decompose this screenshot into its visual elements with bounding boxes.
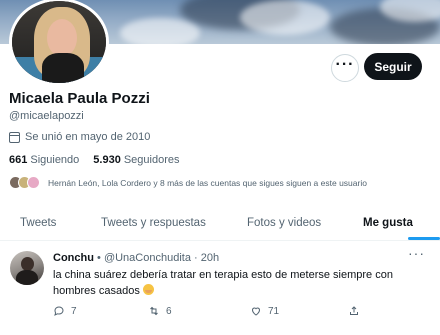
tweet-header: Conchu • @UnaConchudita · 20h	[53, 252, 219, 264]
tweet-separator: •	[97, 252, 101, 264]
active-tab-indicator	[408, 237, 440, 240]
reply-count: 7	[71, 305, 77, 317]
tweet-text: la china suárez debería tratar en terapi…	[53, 268, 413, 299]
tweet-author-handle[interactable]: @UnaConchudita	[104, 252, 191, 264]
tweet-author-avatar[interactable]	[10, 251, 44, 285]
profile-name: Micaela Paula Pozzi	[9, 90, 150, 107]
retweet-count: 6	[166, 305, 172, 317]
profile-avatar[interactable]	[9, 0, 109, 86]
smiling-face-emoji-icon	[142, 283, 154, 295]
like-count: 71	[268, 305, 280, 317]
mutual-followers-text: Hernán León, Lola Cordero y 8 más de las…	[48, 177, 367, 188]
tweet-time[interactable]: 20h	[201, 252, 219, 264]
tweet[interactable]: Conchu • @UnaConchudita · 20h ··· la chi…	[0, 241, 440, 335]
more-icon: ···	[335, 56, 355, 73]
profile-tabs: Tweets Tweets y respuestas Fotos y video…	[0, 204, 440, 241]
tweet-more-icon[interactable]: ···	[408, 245, 425, 261]
tweet-author-name[interactable]: Conchu	[53, 252, 94, 264]
retweet-icon	[150, 306, 158, 316]
mutual-avatar	[27, 176, 40, 189]
following-label: Siguiendo	[30, 154, 80, 166]
profile-handle: @micaelapozzi	[9, 110, 84, 122]
followers-label: Seguidores	[123, 154, 180, 166]
follow-button[interactable]: Seguir	[364, 53, 422, 80]
calendar-icon	[9, 131, 20, 143]
heart-icon	[251, 307, 261, 316]
share-icon	[350, 306, 358, 315]
tab-photos-and-videos[interactable]: Fotos y videos	[247, 204, 321, 241]
tweet-dot: ·	[194, 252, 198, 264]
joined-text: Se unió en mayo de 2010	[25, 131, 151, 143]
joined-date: Se unió en mayo de 2010	[9, 131, 150, 143]
profile-stats: 661 Siguiendo 5.930 Seguidores	[9, 154, 193, 166]
following-link[interactable]: 661 Siguiendo	[9, 154, 79, 166]
tab-tweets-and-replies[interactable]: Tweets y respuestas	[101, 204, 206, 241]
tweet-text-content: la china suárez debería tratar en terapi…	[53, 269, 393, 297]
tab-tweets[interactable]: Tweets	[20, 204, 56, 241]
followers-link[interactable]: 5.930 Seguidores	[93, 154, 179, 166]
more-options-button[interactable]: ···	[331, 54, 359, 82]
followers-count: 5.930	[93, 154, 121, 166]
retweet-button[interactable]: 6	[148, 305, 172, 317]
reply-icon	[54, 306, 64, 316]
share-button[interactable]	[348, 305, 366, 317]
tab-likes[interactable]: Me gusta	[363, 204, 413, 241]
reply-button[interactable]: 7	[53, 305, 77, 317]
mutual-followers[interactable]: Hernán León, Lola Cordero y 8 más de las…	[9, 176, 367, 189]
tweet-actions: 7 6 71	[53, 305, 373, 321]
like-button[interactable]: 71	[250, 305, 279, 317]
following-count: 661	[9, 154, 28, 166]
